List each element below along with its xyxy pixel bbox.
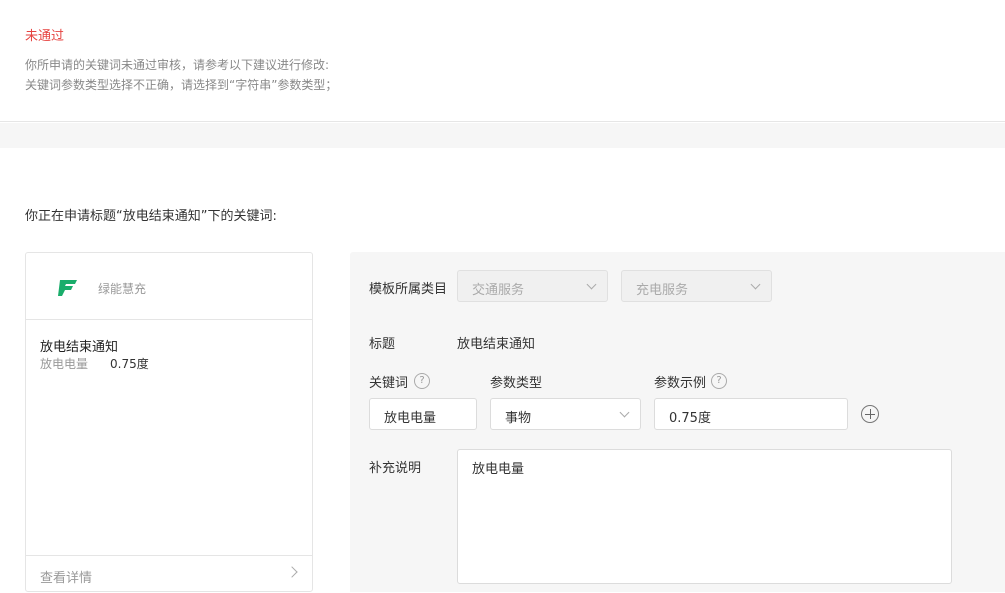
keyword-help-icon[interactable]: ?: [414, 373, 430, 389]
preview-title: 放电结束通知: [40, 340, 119, 355]
preview-keyword-value: 0.75度: [110, 357, 149, 371]
add-keyword-icon[interactable]: [861, 405, 879, 423]
chevron-down-icon: [619, 407, 630, 418]
rejection-reason-detail: 关键词参数类型选择不正确，请选择到“字符串”参数类型；: [25, 78, 338, 92]
brand-logo-icon: [58, 280, 77, 296]
keyword-label: 关键词: [369, 376, 409, 391]
param-type-value: 事物: [505, 411, 532, 426]
note-textarea[interactable]: 放电电量: [457, 449, 952, 584]
keyword-input[interactable]: 放电电量: [369, 398, 477, 430]
view-details-link[interactable]: 查看详情: [40, 567, 92, 586]
category-primary-value: 交通服务: [472, 283, 525, 298]
title-label: 标题: [369, 337, 396, 352]
preview-header: 绿能慧充: [26, 253, 312, 320]
status-title: 未通过: [25, 29, 65, 44]
view-details-row[interactable]: 查看详情: [26, 555, 312, 593]
chevron-down-icon: [586, 279, 597, 290]
param-example-input[interactable]: 0.75度: [654, 398, 848, 430]
keyword-form-panel: 模板所属类目 交通服务 充电服务 标题 放电结束通知 关键词 ? 参数类型 参数…: [350, 252, 1005, 592]
apply-heading: 你正在申请标题“放电结束通知”下的关键词:: [25, 209, 277, 224]
review-status-section: 未通过 你所申请的关键词未通过审核，请参考以下建议进行修改: 关键词参数类型选择…: [0, 0, 1005, 122]
chevron-right-icon: [286, 566, 298, 578]
rejection-reason-intro: 你所申请的关键词未通过审核，请参考以下建议进行修改:: [25, 58, 330, 72]
param-type-label: 参数类型: [490, 376, 543, 391]
brand-name: 绿能慧充: [98, 282, 147, 296]
chevron-down-icon: [750, 279, 761, 290]
category-label: 模板所属类目: [369, 282, 448, 297]
note-label: 补充说明: [369, 461, 422, 476]
param-example-label: 参数示例: [654, 376, 707, 391]
template-preview-card: 绿能慧充 放电结束通知 放电电量 0.75度 查看详情: [25, 252, 313, 592]
param-example-help-icon[interactable]: ?: [711, 373, 727, 389]
category-secondary-select: 充电服务: [621, 270, 772, 302]
category-secondary-value: 充电服务: [636, 283, 689, 298]
category-primary-select: 交通服务: [457, 270, 608, 302]
section-divider: [0, 123, 1005, 148]
param-type-select[interactable]: 事物: [490, 398, 641, 430]
preview-keyword-label: 放电电量: [40, 357, 89, 371]
title-value: 放电结束通知: [457, 337, 536, 352]
